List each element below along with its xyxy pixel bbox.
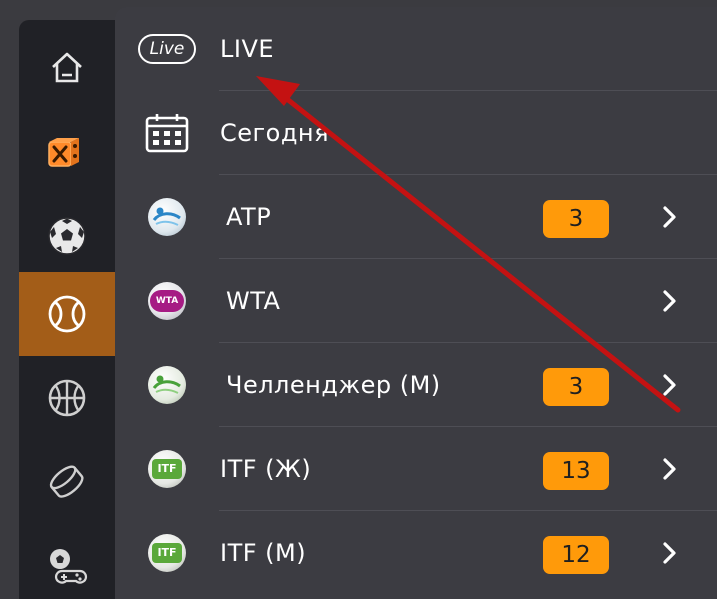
itf-logo-icon: ITF bbox=[148, 534, 186, 572]
sidebar-item-home[interactable] bbox=[19, 26, 115, 110]
menu-item-itf-men[interactable]: ITF ITF (М) 12 bbox=[115, 511, 717, 595]
dice-icon bbox=[48, 138, 79, 167]
hockey-puck-icon bbox=[49, 465, 84, 498]
live-label: LIVE bbox=[220, 35, 275, 63]
itf-women-label: ITF (Ж) bbox=[220, 455, 312, 483]
sports-sidebar bbox=[19, 20, 115, 599]
today-label: Сегодня bbox=[220, 119, 330, 147]
menu-item-atp[interactable]: ATP 3 bbox=[115, 175, 717, 259]
wta-label: WTA bbox=[226, 287, 281, 315]
chevron-right-icon bbox=[663, 458, 676, 480]
count-badge: 13 bbox=[543, 452, 609, 490]
basketball-icon bbox=[48, 379, 86, 417]
wta-logo-icon: WTA bbox=[148, 282, 186, 320]
sidebar-item-tennis[interactable] bbox=[19, 272, 115, 356]
count-badge: 3 bbox=[543, 368, 609, 406]
challenger-label: Челленджер (М) bbox=[226, 371, 441, 399]
itf-logo-icon: ITF bbox=[148, 450, 186, 488]
count-badge: 12 bbox=[543, 536, 609, 574]
atp-logo-icon bbox=[148, 198, 186, 236]
sidebar-item-casino[interactable] bbox=[19, 110, 115, 194]
itf-men-label: ITF (М) bbox=[220, 539, 307, 567]
atp-label: ATP bbox=[226, 203, 272, 231]
menu-item-challenger[interactable]: Челленджер (М) 3 bbox=[115, 343, 717, 427]
menu-item-live[interactable]: Live LIVE bbox=[115, 7, 717, 91]
soccer-ball-icon bbox=[48, 217, 86, 255]
challenger-logo-icon bbox=[148, 366, 186, 404]
menu-item-itf-women[interactable]: ITF ITF (Ж) 13 bbox=[115, 427, 717, 511]
menu-item-today[interactable]: Сегодня bbox=[115, 91, 717, 175]
menu-item-wta[interactable]: WTA WTA bbox=[115, 259, 717, 343]
tennis-menu: Live LIVE Сегодня ATP 3 WTA WTA Челлендж… bbox=[115, 7, 717, 599]
chevron-right-icon bbox=[663, 542, 676, 564]
gamepad-ball-icon bbox=[50, 549, 88, 584]
sidebar-item-basketball[interactable] bbox=[19, 356, 115, 440]
live-badge: Live bbox=[135, 7, 199, 91]
sidebar-item-hockey[interactable] bbox=[19, 440, 115, 524]
tennis-ball-icon bbox=[48, 295, 86, 333]
sidebar-item-football[interactable] bbox=[19, 194, 115, 278]
chevron-right-icon bbox=[663, 374, 676, 396]
count-badge: 3 bbox=[543, 200, 609, 238]
chevron-right-icon bbox=[663, 206, 676, 228]
calendar-icon bbox=[145, 114, 189, 153]
chevron-right-icon bbox=[663, 290, 676, 312]
home-icon bbox=[52, 52, 82, 83]
sidebar-item-esports[interactable] bbox=[19, 524, 115, 599]
